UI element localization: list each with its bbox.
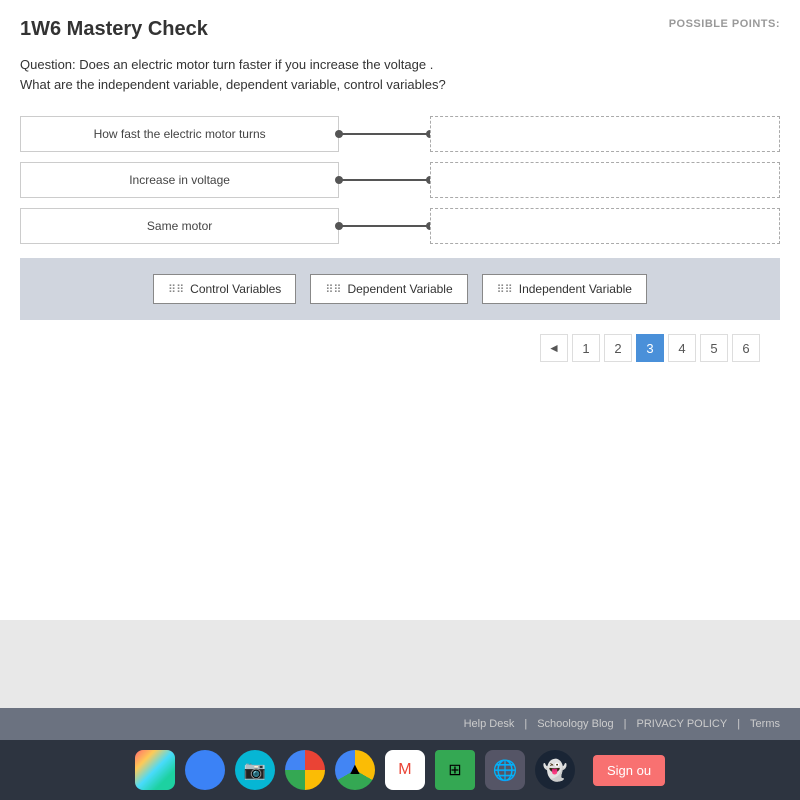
connector-line-2 [339, 179, 430, 181]
footer-links: Help Desk | Schoology Blog | PRIVACY POL… [0, 708, 800, 740]
connector-line-1 [339, 133, 430, 135]
pagination-row: ◄ 1 2 3 4 5 6 [20, 320, 780, 376]
drag-handle-1: ⠿⠿ [168, 283, 184, 296]
taskbar-drive-icon[interactable]: ▲ [335, 750, 375, 790]
page-btn-5[interactable]: 5 [700, 334, 728, 362]
connector-row-1 [339, 116, 430, 152]
taskbar-gmail-icon[interactable]: M [385, 750, 425, 790]
connector-area [339, 116, 430, 244]
left-column: How fast the electric motor turns Increa… [20, 116, 339, 244]
taskbar-grid-icon[interactable] [135, 750, 175, 790]
footer-sep-3: | [737, 718, 740, 730]
page-btn-1[interactable]: 1 [572, 334, 600, 362]
footer-privacy[interactable]: PRIVACY POLICY [637, 718, 728, 730]
taskbar-camera-icon[interactable]: 📷 [235, 750, 275, 790]
dot-left-2 [335, 176, 343, 184]
question-text: Question: Does an electric motor turn fa… [20, 55, 780, 94]
drag-handle-3: ⠿⠿ [497, 283, 513, 296]
taskbar-sheets-icon[interactable]: ⊞ [435, 750, 475, 790]
right-column [430, 116, 780, 244]
drag-item-dependent-variable[interactable]: ⠿⠿ Dependent Variable [310, 274, 467, 304]
dot-left-1 [335, 130, 343, 138]
main-content: POSSIBLE POINTS: 1W6 Mastery Check Quest… [0, 0, 800, 620]
page-title: 1W6 Mastery Check [20, 18, 780, 41]
drag-handle-2: ⠿⠿ [325, 283, 341, 296]
page-btn-3[interactable]: 3 [636, 334, 664, 362]
right-drop-1[interactable] [430, 116, 780, 152]
sign-out-button[interactable]: Sign ou [593, 755, 665, 786]
possible-points: POSSIBLE POINTS: [669, 18, 780, 30]
page-btn-6[interactable]: 6 [732, 334, 760, 362]
footer-sep-1: | [524, 718, 527, 730]
matching-container: How fast the electric motor turns Increa… [20, 116, 780, 244]
left-item-1[interactable]: How fast the electric motor turns [20, 116, 339, 152]
taskbar-chrome-icon[interactable] [285, 750, 325, 790]
footer-help[interactable]: Help Desk [464, 718, 515, 730]
connector-line-3 [339, 225, 430, 227]
taskbar-color-icon[interactable]: 🌐 [485, 750, 525, 790]
taskbar-ghost-icon[interactable]: 👻 [535, 750, 575, 790]
taskbar: 📷 ▲ M ⊞ 🌐 👻 Sign ou [0, 740, 800, 800]
connector-row-3 [339, 208, 430, 244]
left-item-2[interactable]: Increase in voltage [20, 162, 339, 198]
right-drop-2[interactable] [430, 162, 780, 198]
drag-item-independent-variable[interactable]: ⠿⠿ Independent Variable [482, 274, 647, 304]
footer-terms[interactable]: Terms [750, 718, 780, 730]
drag-item-control-variables[interactable]: ⠿⠿ Control Variables [153, 274, 296, 304]
footer-sep-2: | [624, 718, 627, 730]
page-btn-4[interactable]: 4 [668, 334, 696, 362]
connector-row-2 [339, 162, 430, 198]
drag-area: ⠿⠿ Control Variables ⠿⠿ Dependent Variab… [20, 258, 780, 320]
left-item-3[interactable]: Same motor [20, 208, 339, 244]
right-drop-3[interactable] [430, 208, 780, 244]
pagination-prev[interactable]: ◄ [540, 334, 568, 362]
taskbar-blue-circle-icon[interactable] [185, 750, 225, 790]
footer-blog[interactable]: Schoology Blog [537, 718, 613, 730]
spacer [20, 376, 780, 456]
dot-left-3 [335, 222, 343, 230]
page-btn-2[interactable]: 2 [604, 334, 632, 362]
